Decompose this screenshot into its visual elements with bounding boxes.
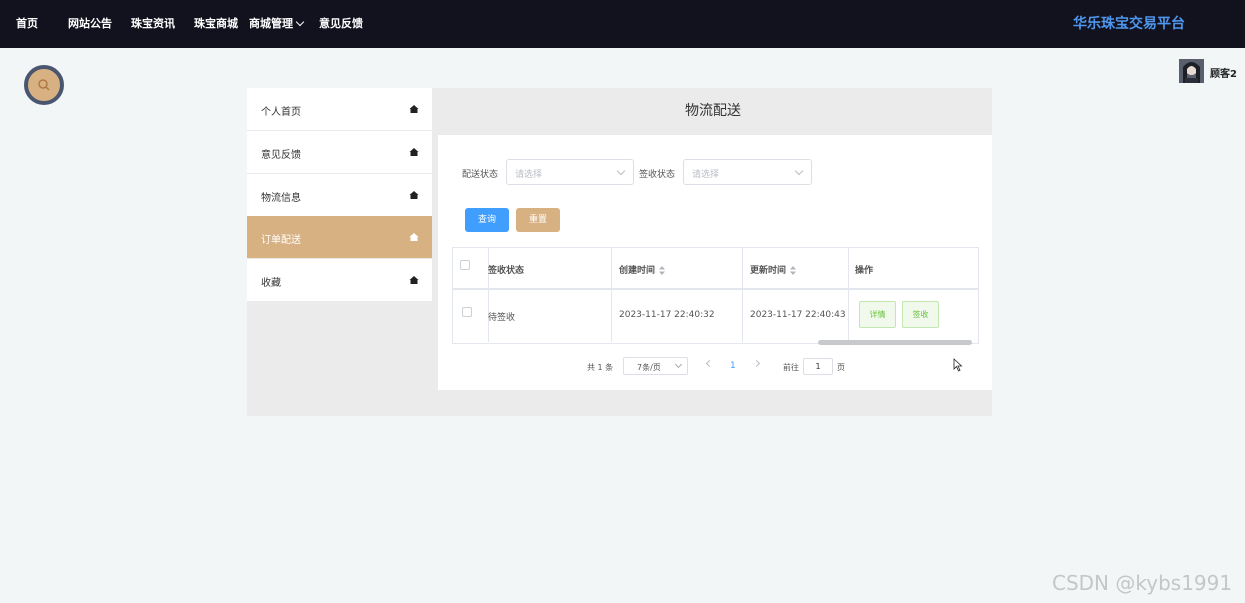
page-unit-label: 页	[837, 363, 845, 372]
search-icon	[38, 79, 50, 91]
nav-home[interactable]: 首页	[16, 15, 38, 31]
row-checkbox[interactable]	[462, 307, 472, 317]
sort-icon	[659, 266, 666, 275]
delivery-table: 签收状态 创建时间 更新时间 操作 待签收 2023-11-17 22:40:3…	[452, 247, 979, 345]
header-divider	[453, 288, 978, 290]
delivery-status-placeholder: 请选择	[515, 170, 543, 180]
home-icon	[409, 148, 419, 156]
sidebar-item-order-delivery[interactable]: 订单配送	[247, 216, 432, 258]
delivery-status-select[interactable]: 请选择	[506, 159, 634, 185]
cell-created: 2023-11-17 22:40:32	[619, 310, 715, 320]
cell-sign-status: 待签收	[488, 313, 516, 323]
sign-status-label: 签收状态	[639, 170, 676, 180]
query-button[interactable]: 查询	[465, 208, 509, 232]
goto-page-input[interactable]: 1	[803, 358, 833, 375]
sidebar-item-label: 个人首页	[261, 107, 301, 118]
nav-news[interactable]: 珠宝资讯	[131, 15, 175, 31]
sidebar-item-label: 订单配送	[261, 235, 301, 246]
column-header-updated[interactable]: 更新时间	[750, 263, 797, 276]
sign-status-placeholder: 请选择	[692, 170, 720, 180]
sidebar-item-favorites[interactable]: 收藏	[247, 259, 432, 301]
sign-status-select[interactable]: 请选择	[683, 159, 812, 185]
watermark: CSDN @kybs1991	[1052, 571, 1233, 595]
detail-button[interactable]: 详情	[859, 301, 896, 328]
home-icon	[409, 233, 419, 241]
column-header-sign-status: 签收状态	[488, 266, 525, 276]
top-nav: 首页 网站公告 珠宝资讯 珠宝商城 商城管理 意见反馈 华乐珠宝交易平台	[0, 0, 1245, 48]
nav-feedback[interactable]: 意见反馈	[319, 15, 363, 31]
goto-label: 前往	[783, 363, 799, 372]
chevron-down-icon	[295, 17, 305, 27]
chevron-down-icon	[794, 166, 804, 176]
sort-icon	[790, 266, 797, 275]
column-header-label: 更新时间	[750, 266, 787, 276]
sidebar-item-label: 物流信息	[261, 193, 301, 204]
floating-search-button[interactable]	[24, 65, 64, 105]
sidebar-item-profile[interactable]: 个人首页	[247, 88, 432, 130]
home-icon	[409, 191, 419, 199]
chevron-down-icon	[674, 360, 683, 369]
home-icon	[409, 105, 419, 113]
column-header-actions: 操作	[855, 266, 874, 276]
nav-shop[interactable]: 珠宝商城	[194, 15, 238, 31]
column-divider	[742, 248, 743, 342]
page-size-select[interactable]: 7条/页	[623, 357, 688, 375]
delivery-status-label: 配送状态	[462, 170, 499, 180]
user-name[interactable]: 顾客2	[1210, 65, 1237, 80]
avatar-image	[1179, 59, 1204, 83]
sidebar-item-logistics[interactable]: 物流信息	[247, 174, 432, 216]
column-header-label: 创建时间	[619, 266, 656, 276]
pagination-current-page[interactable]: 1	[730, 361, 736, 371]
select-all-checkbox[interactable]	[460, 260, 470, 270]
mouse-cursor-icon	[953, 358, 963, 372]
cell-updated: 2023-11-17 22:40:43	[750, 310, 846, 320]
column-header-created[interactable]: 创建时间	[619, 263, 666, 276]
sidebar-item-label: 意见反馈	[261, 150, 301, 161]
column-divider	[848, 248, 849, 342]
nav-shop-management[interactable]: 商城管理	[249, 15, 305, 31]
home-icon	[409, 276, 419, 284]
pagination-total: 共 1 条	[587, 363, 614, 372]
sidebar-item-label: 收藏	[261, 278, 281, 289]
page-size-value: 7条/页	[637, 363, 661, 372]
site-title: 华乐珠宝交易平台	[1073, 16, 1185, 32]
reset-button[interactable]: 重置	[516, 208, 560, 232]
page-title: 物流配送	[685, 103, 741, 119]
chevron-down-icon	[616, 166, 626, 176]
sidebar-item-feedback[interactable]: 意见反馈	[247, 131, 432, 173]
sign-button[interactable]: 签收	[902, 301, 939, 328]
horizontal-scrollbar[interactable]	[818, 340, 972, 345]
avatar[interactable]	[1179, 59, 1204, 83]
nav-announcement[interactable]: 网站公告	[68, 15, 112, 31]
column-divider	[611, 248, 612, 342]
nav-shop-management-label: 商城管理	[249, 17, 293, 30]
